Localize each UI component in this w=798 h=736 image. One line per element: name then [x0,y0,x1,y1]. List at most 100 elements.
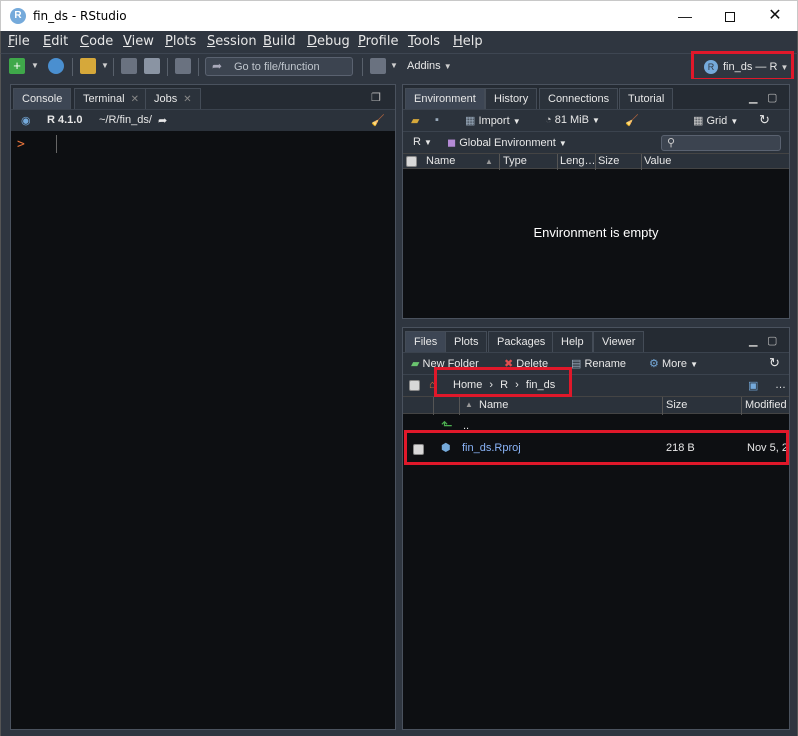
maximize-icon [725,12,735,23]
menu-debug[interactable]: Debug [307,34,350,49]
tab-jobs[interactable]: Jobs ✕ [145,88,201,109]
pie-chart-icon: ◔ [545,114,552,126]
menu-session[interactable]: Session [207,34,257,49]
refresh-icon[interactable]: ↻ [759,112,770,128]
menu-tools[interactable]: Tools [408,34,440,49]
column-divider [557,154,558,170]
addins-menu[interactable]: Addins ▼ [407,60,452,72]
maximize-pane-icon[interactable]: ▢ [767,334,777,347]
tab-history[interactable]: History [485,88,538,109]
column-modified[interactable]: Modified [745,399,787,411]
menu-view[interactable]: View [123,34,154,49]
chevron-down-icon[interactable]: ▼ [390,61,398,70]
column-type[interactable]: Type [503,155,527,167]
tab-help[interactable]: Help [552,331,593,352]
tab-files[interactable]: Files [405,331,447,352]
tab-packages[interactable]: Packages [488,331,555,352]
clear-console-icon[interactable]: 🧹 [371,114,385,127]
save-icon[interactable] [121,58,137,74]
open-folder-icon[interactable] [80,58,96,74]
tab-plots[interactable]: Plots [445,331,488,352]
rename-button[interactable]: ▤ Rename [571,357,626,370]
save-all-icon[interactable] [144,58,160,74]
tab-console[interactable]: Console [13,88,72,109]
print-icon[interactable] [175,58,191,74]
minimize-pane-icon[interactable]: ▁ [749,334,757,347]
column-divider [499,154,500,170]
maximize-button[interactable] [707,1,753,32]
menu-build[interactable]: Build [263,34,296,49]
column-length[interactable]: Leng… [560,155,595,167]
maximize-pane-icon[interactable]: ❐ [371,91,381,104]
maximize-pane-icon[interactable]: ▢ [767,91,777,104]
environment-empty-message: Environment is empty [533,225,659,240]
column-size[interactable]: Size [598,155,619,167]
minimize-button[interactable]: — [662,1,708,32]
highlight-breadcrumb-box [434,367,572,397]
tab-connections[interactable]: Connections [539,88,619,109]
close-icon[interactable]: ✕ [183,94,191,105]
tab-tutorial[interactable]: Tutorial [619,88,674,109]
tab-viewer-label: Viewer [602,336,636,348]
new-project-icon[interactable] [48,58,64,74]
grid-icon: ▦ [693,115,704,127]
load-workspace-icon[interactable]: ▰ [411,114,419,127]
chevron-down-icon[interactable]: ▼ [101,61,109,70]
files-tabstrip: Files Plots Packages Help Viewer ▁ ▢ [403,328,789,352]
clear-environment-icon[interactable]: 🧹 [625,114,639,127]
more-path-button[interactable]: … [775,379,786,391]
memory-usage-menu[interactable]: ◔ 81 MiB ▼ [545,114,600,126]
tab-files-label: Files [414,336,438,348]
go-to-project-icon[interactable]: ▣ [748,379,758,392]
column-divider [641,154,642,170]
environment-search-input[interactable]: ⚲ [661,135,781,151]
more-menu[interactable]: ⚙ More ▼ [649,357,698,370]
close-icon[interactable]: ✕ [131,94,139,105]
goto-file-function-input[interactable]: ➦ Go to file/function [205,57,353,76]
refresh-icon[interactable]: ↻ [769,355,780,371]
tab-environment[interactable]: Environment [405,88,485,109]
menu-edit[interactable]: Edit [43,34,68,49]
select-all-checkbox[interactable] [409,380,420,391]
workspace: Console Terminal ✕ Jobs ✕ ❐ ◉ R 4.1.0 ~/R/… [0,79,798,736]
column-size[interactable]: Size [666,399,687,411]
view-mode-menu[interactable]: ▦ Grid ▼ [693,114,738,127]
menu-help[interactable]: Help [453,34,483,49]
tab-viewer[interactable]: Viewer [593,331,645,352]
column-divider [741,397,742,415]
chevron-down-icon: ▼ [690,360,698,369]
toolbar-divider [72,58,73,76]
column-divider [433,397,434,415]
column-name[interactable]: Name [479,399,508,411]
console-input[interactable] [56,135,57,153]
new-file-icon[interactable]: + [9,58,25,74]
tab-terminal[interactable]: Terminal ✕ [74,88,148,109]
import-dataset-menu[interactable]: ▦ Import ▼ [465,114,521,127]
goto-placeholder: Go to file/function [234,61,320,73]
menu-code[interactable]: Code [80,34,113,49]
minimize-pane-icon[interactable]: ▁ [749,91,757,104]
menu-plots[interactable]: Plots [165,34,196,49]
close-button[interactable]: ✕ [752,1,798,32]
column-value[interactable]: Value [644,155,671,167]
column-name[interactable]: Name [426,155,455,167]
menu-profile[interactable]: Profile [358,34,398,49]
environment-scope-menu[interactable]: ◼ Global Environment ▼ [447,136,567,149]
workspace-panes-icon[interactable] [370,58,386,74]
chevron-down-icon[interactable]: ▼ [31,61,39,70]
gear-icon: ⚙ [649,358,659,370]
save-workspace-icon[interactable]: ▪ [435,114,439,126]
tab-history-label: History [494,93,529,105]
menu-file[interactable]: File [8,34,30,49]
table-icon: ▦ [465,115,476,127]
go-to-directory-icon[interactable]: ➦ [158,114,167,127]
environment-pane: Environment History Connections Tutorial… [402,84,790,319]
r-logo-icon: ◉ [21,115,31,127]
tab-tutorial-label: Tutorial [628,93,665,105]
language-menu[interactable]: R ▼ [413,136,432,148]
toolbar-divider [362,58,363,76]
r-version: R 4.1.0 [47,114,83,126]
environment-toolbar: ▰ ▪ ▦ Import ▼ ◔ 81 MiB ▼ 🧹 ▦ Grid ▼ ↻ [403,109,789,131]
select-all-checkbox[interactable] [406,156,417,167]
rstudio-logo-icon: R [10,8,26,24]
